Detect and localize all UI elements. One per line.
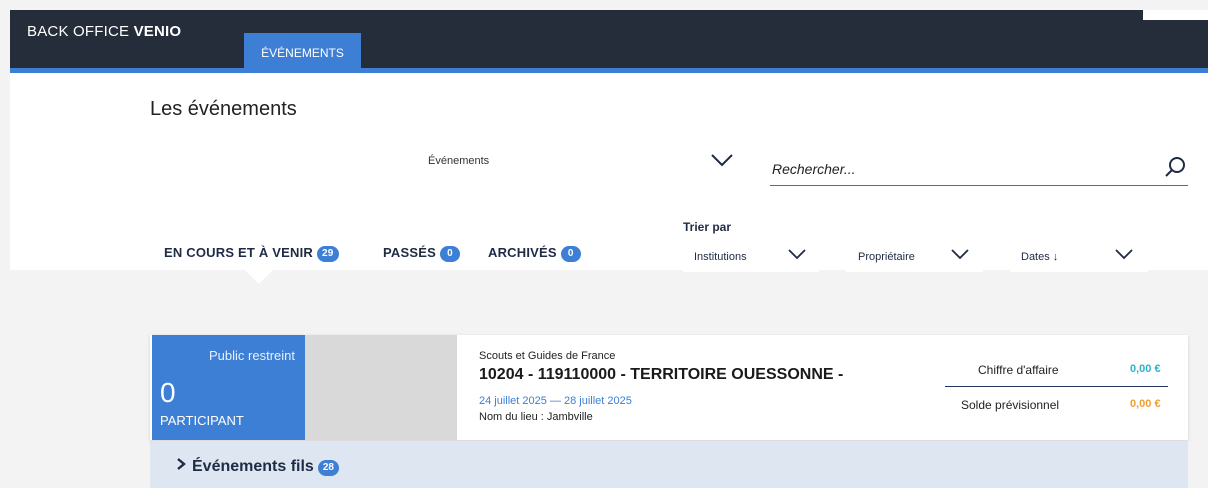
- chevron-down-icon[interactable]: [710, 153, 734, 167]
- sort-dates-label: Dates ↓: [1021, 251, 1059, 263]
- nav-tab-events[interactable]: ÉVÉNEMENTS: [244, 33, 361, 70]
- finance-divider: [945, 386, 1168, 387]
- chevron-down-icon: [951, 249, 969, 260]
- child-events-toggle[interactable]: Événements fils 28: [176, 457, 339, 476]
- brand-prefix: BACK OFFICE: [27, 23, 130, 40]
- sort-owner-select[interactable]: Propriétaire: [846, 236, 983, 272]
- event-place: Nom du lieu : Jambville: [479, 411, 593, 423]
- brand-name: VENIO: [133, 23, 182, 40]
- chevron-right-icon: [177, 458, 186, 470]
- search-field: [770, 150, 1188, 186]
- tab-past-label: PASSÉS: [383, 245, 436, 260]
- balance-value: 0,00 €: [1130, 398, 1161, 410]
- active-tab-indicator: [245, 270, 273, 284]
- brand-logo[interactable]: BACK OFFICE VENIO: [27, 23, 181, 40]
- sort-institutions-label: Institutions: [694, 251, 747, 263]
- tab-past-count: 0: [439, 246, 460, 262]
- child-events-label: Événements fils: [192, 458, 314, 475]
- event-organization: Scouts et Guides de France: [479, 350, 616, 362]
- sort-owner-label: Propriétaire: [858, 251, 915, 263]
- participant-count: 0: [160, 377, 176, 408]
- event-dates: 24 juillet 2025 — 28 juillet 2025: [479, 395, 632, 407]
- balance-label: Solde prévisionnel: [961, 398, 1060, 412]
- search-icon[interactable]: [1163, 155, 1187, 179]
- sort-label: Trier par: [683, 220, 732, 234]
- event-participants-panel: Public restreint 0 PARTICIPANT: [152, 335, 305, 440]
- revenue-label: Chiffre d'affaire: [978, 363, 1059, 377]
- revenue-value: 0,00 €: [1130, 363, 1161, 375]
- child-events-count: 28: [317, 460, 339, 476]
- sort-institutions-select[interactable]: Institutions: [683, 236, 819, 272]
- sort-dates-select[interactable]: Dates ↓: [1010, 236, 1148, 272]
- topbar-corner: [1143, 10, 1208, 20]
- tab-upcoming-count: 29: [316, 246, 339, 262]
- tab-archived-count: 0: [560, 246, 581, 262]
- chevron-down-icon: [1115, 249, 1133, 260]
- page-title: Les événements: [150, 98, 297, 120]
- participant-unit: PARTICIPANT: [160, 413, 244, 428]
- tab-past[interactable]: PASSÉS 0: [383, 245, 460, 262]
- chevron-down-icon: [788, 249, 806, 260]
- search-input[interactable]: [772, 158, 1152, 180]
- event-image-placeholder: [305, 335, 457, 440]
- top-navbar: [10, 10, 1208, 70]
- tab-archived[interactable]: ARCHIVÉS 0: [488, 245, 581, 262]
- tab-upcoming-label: EN COURS ET À VENIR: [164, 245, 313, 260]
- tab-upcoming[interactable]: EN COURS ET À VENIR 29: [164, 245, 339, 262]
- top-gap: [0, 0, 1208, 10]
- tab-archived-label: ARCHIVÉS: [488, 245, 557, 260]
- left-gutter: [0, 0, 10, 488]
- event-title[interactable]: 10204 - 119110000 - TERRITOIRE OUESSONNE…: [479, 366, 843, 384]
- event-type-select[interactable]: Événements: [428, 155, 489, 167]
- event-status: Public restreint: [209, 348, 295, 363]
